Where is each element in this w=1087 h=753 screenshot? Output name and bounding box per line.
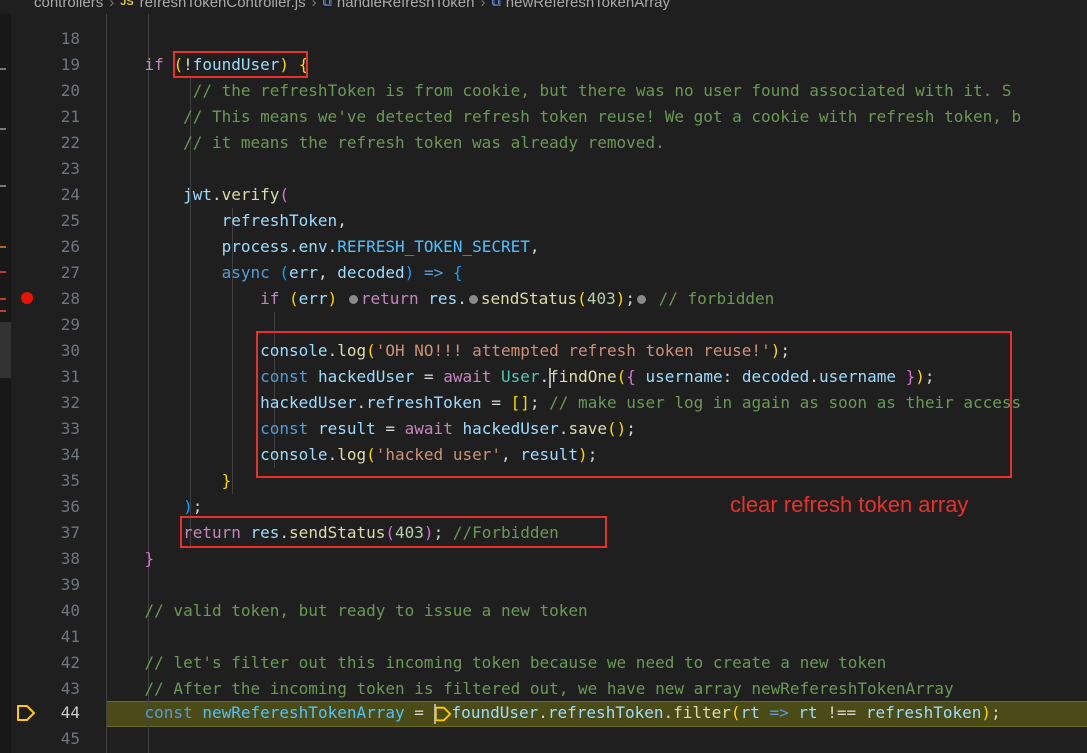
scrollbar-thumb[interactable] [0, 322, 11, 378]
line-number[interactable]: 34 [45, 442, 80, 468]
line-number[interactable]: 29 [45, 312, 80, 338]
annotation-box-return [180, 516, 607, 548]
breadcrumb-folder[interactable]: controllers [34, 0, 103, 11]
code-line-26[interactable]: process.env.REFRESH_TOKEN_SECRET, [106, 234, 540, 260]
line-number[interactable]: 27 [45, 260, 80, 286]
line-number[interactable]: 28 [45, 286, 80, 312]
js-file-icon: JS [120, 0, 134, 8]
line-number[interactable]: 23 [45, 156, 80, 182]
chevron-right-icon: › [480, 0, 486, 11]
line-number[interactable]: 31 [45, 364, 80, 390]
debug-arrow-icon [17, 705, 35, 721]
breadcrumb-function[interactable]: handleRefreshToken [337, 0, 475, 11]
code-line-40[interactable]: // valid token, but ready to issue a new… [106, 598, 588, 624]
line-number[interactable]: 24 [45, 182, 80, 208]
line-number[interactable]: 18 [45, 26, 80, 52]
code-line-38[interactable]: } [106, 546, 155, 572]
annotation-box-founduser [173, 51, 308, 78]
code-line-28[interactable]: if (err) return res. sendStatus(403); // … [106, 286, 774, 312]
breadcrumb: controllers › JS refreshTokenController.… [0, 0, 1087, 14]
code-line-20[interactable]: // the refreshToken is from cookie, but … [106, 78, 1012, 104]
line-number[interactable]: 42 [45, 650, 80, 676]
line-number[interactable]: 32 [45, 390, 80, 416]
line-number[interactable]: 20 [45, 78, 80, 104]
code-line-22[interactable]: // it means the refresh token was alread… [106, 130, 665, 156]
line-number[interactable]: 41 [45, 624, 80, 650]
left-edge-bar [0, 0, 11, 753]
chevron-right-icon: › [311, 0, 317, 11]
code-line-25[interactable]: refreshToken, [106, 208, 347, 234]
line-number[interactable]: 43 [45, 676, 80, 702]
line-number[interactable]: 37 [45, 520, 80, 546]
line-number-active[interactable]: 44 [45, 700, 80, 726]
line-number[interactable]: 36 [45, 494, 80, 520]
line-number[interactable]: 26 [45, 234, 80, 260]
line-number[interactable]: 39 [45, 572, 80, 598]
symbol-variable-icon: ⧉ [322, 0, 332, 9]
gutter-mark [0, 310, 6, 312]
code-line-24[interactable]: jwt.verify( [106, 182, 289, 208]
gutter-mark [0, 128, 6, 130]
annotation-box-hacked-block [256, 331, 1012, 478]
breakpoint-dot-icon[interactable] [21, 292, 33, 304]
line-number[interactable]: 33 [45, 416, 80, 442]
line-number[interactable]: 19 [45, 52, 80, 78]
annotation-label: clear refresh token array [730, 492, 969, 517]
line-number[interactable]: 40 [45, 598, 80, 624]
line-number[interactable]: 21 [45, 104, 80, 130]
breadcrumb-variable[interactable]: newRefereshTokenArray [506, 0, 670, 11]
gutter-mark [0, 185, 6, 187]
line-number-gutter[interactable]: 18 19 20 21 22 23 24 25 26 27 28 29 30 3… [11, 0, 104, 753]
line-number[interactable]: 22 [45, 130, 80, 156]
line-number[interactable]: 25 [45, 208, 80, 234]
inline-debug-arrow-icon [434, 706, 451, 721]
code-line-21[interactable]: // This means we've detected refresh tok… [106, 104, 1021, 130]
chevron-right-icon: › [109, 0, 115, 11]
code-line-44[interactable]: const newRefereshTokenArray = foundUser.… [106, 700, 1001, 726]
line-number[interactable]: 30 [45, 338, 80, 364]
inline-breakpoint-icon[interactable] [468, 295, 478, 304]
code-line-43[interactable]: // After the incoming token is filtered … [106, 676, 954, 702]
line-number[interactable]: 35 [45, 468, 80, 494]
gutter-mark [0, 271, 6, 273]
symbol-variable-icon: ⧉ [491, 0, 501, 9]
line-number[interactable]: 38 [45, 546, 80, 572]
code-line-42[interactable]: // let's filter out this incoming token … [106, 650, 887, 676]
breadcrumb-file[interactable]: refreshTokenController.js [140, 0, 306, 11]
gutter-mark [0, 246, 6, 248]
code-line-35[interactable]: } [106, 468, 232, 494]
line-number[interactable]: 45 [45, 726, 80, 752]
inline-breakpoint-icon[interactable] [348, 295, 358, 304]
inline-breakpoint-icon[interactable] [637, 295, 646, 304]
code-line-27[interactable]: async (err, decoded) => { [106, 260, 463, 286]
gutter-mark [0, 68, 6, 70]
gutter-mark [0, 298, 6, 300]
